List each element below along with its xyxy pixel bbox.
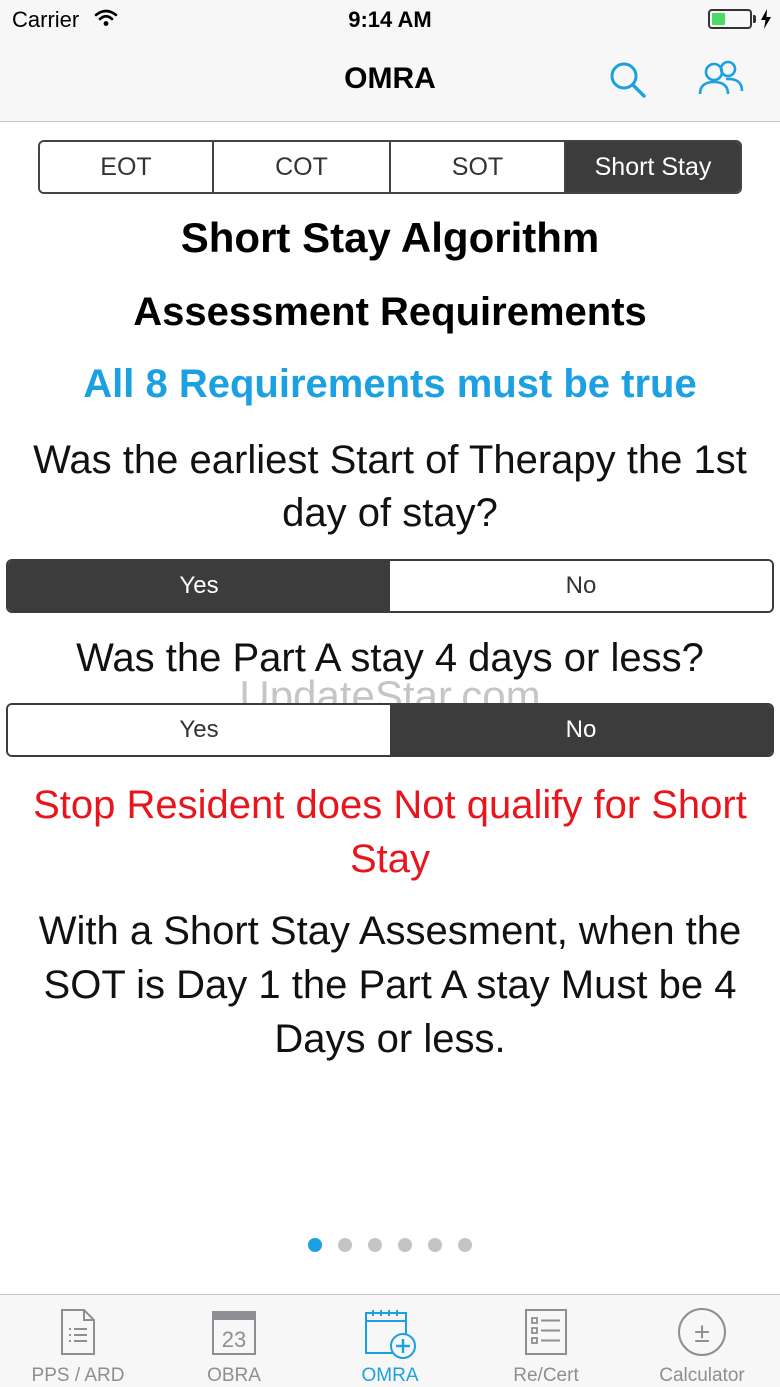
battery-tip (753, 15, 756, 23)
calculator-icon: ± (678, 1308, 726, 1356)
clock-time: 9:14 AM (348, 7, 432, 32)
stop-message: Stop Resident does Not qualify for Short… (33, 783, 747, 881)
segment-sot[interactable]: SOT (391, 142, 566, 192)
search-button[interactable] (606, 58, 650, 102)
part-a-stay-yes[interactable]: Yes (8, 705, 390, 755)
page-dot-1[interactable] (308, 1238, 322, 1252)
tab-label-recert: Re/Cert (513, 1365, 579, 1386)
calculator-symbol: ± (694, 1317, 709, 1348)
page-dot-6[interactable] (458, 1238, 472, 1252)
status-bar: Carrier 9:14 AM (0, 0, 780, 40)
page-dot-2[interactable] (338, 1238, 352, 1252)
short-stay-note: With a Short Stay Assesment, when the SO… (38, 909, 742, 1061)
start-of-therapy-no[interactable]: No (390, 561, 772, 611)
search-icon (610, 62, 646, 98)
page-dot-5[interactable] (428, 1238, 442, 1252)
users-button[interactable] (696, 58, 746, 102)
battery-icon (708, 9, 752, 29)
charging-bolt-icon (760, 9, 772, 34)
start-of-therapy-toggle: Yes No (6, 559, 774, 613)
segment-cot[interactable]: COT (214, 142, 391, 192)
page-indicator[interactable] (0, 1238, 780, 1252)
users-icon (698, 60, 744, 95)
part-a-stay-no[interactable]: No (390, 705, 772, 755)
requirements-rule: All 8 Requirements must be true (83, 362, 697, 406)
page-dot-4[interactable] (398, 1238, 412, 1252)
calendar-add-icon (365, 1310, 416, 1359)
tab-omra[interactable]: OMRA (312, 1295, 468, 1387)
page-title: OMRA (344, 62, 436, 95)
calendar-day-number: 23 (222, 1327, 246, 1352)
question-start-of-therapy: Was the earliest Start of Therapy the 1s… (33, 438, 747, 535)
tab-bar: PPS / ARD 23 OBRA OMRA Re/Cert ± Calcula… (0, 1294, 780, 1387)
tab-pps-ard[interactable]: PPS / ARD (0, 1295, 156, 1387)
battery-level (712, 13, 725, 25)
tab-recert[interactable]: Re/Cert (468, 1295, 624, 1387)
tab-calculator[interactable]: ± Calculator (624, 1295, 780, 1387)
segment-short-stay[interactable]: Short Stay (566, 142, 740, 192)
calendar-23-icon: 23 (212, 1311, 256, 1355)
part-a-stay-toggle: Yes No (6, 703, 774, 757)
requirements-heading: Assessment Requirements (133, 290, 647, 334)
assessment-type-segmented-control: EOT COT SOT Short Stay (38, 140, 742, 194)
start-of-therapy-yes[interactable]: Yes (8, 561, 390, 611)
nav-bar: OMRA (0, 40, 780, 122)
question-part-a-stay: Was the Part A stay 4 days or less? (76, 636, 704, 680)
tab-label-calculator: Calculator (659, 1365, 745, 1386)
tab-label-omra: OMRA (361, 1365, 419, 1386)
page-dot-3[interactable] (368, 1238, 382, 1252)
algorithm-title: Short Stay Algorithm (180, 214, 600, 261)
tab-label-obra: OBRA (207, 1365, 261, 1386)
segment-eot[interactable]: EOT (40, 142, 214, 192)
tab-label-pps-ard: PPS / ARD (31, 1365, 125, 1386)
tab-obra[interactable]: 23 OBRA (156, 1295, 312, 1387)
checklist-icon (525, 1309, 567, 1355)
document-list-icon (61, 1309, 95, 1355)
